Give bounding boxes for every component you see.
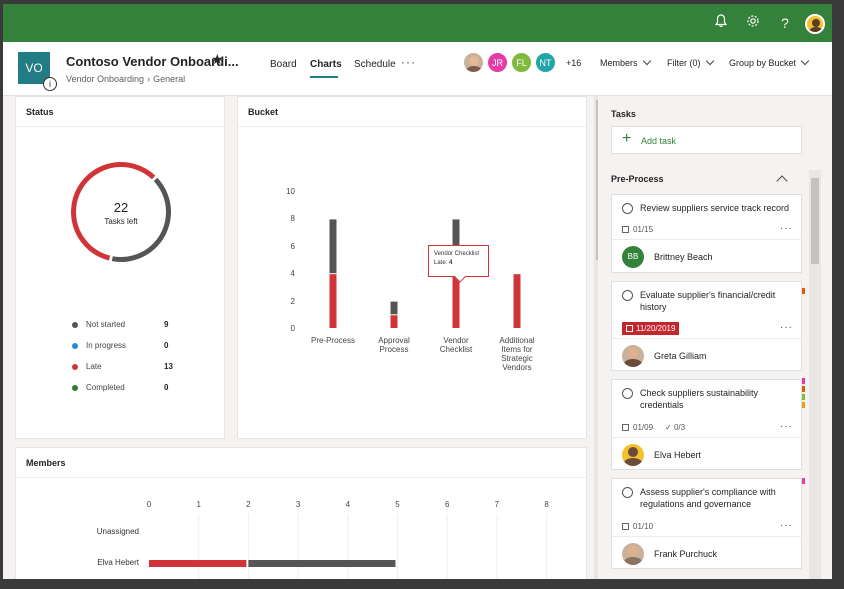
- assignee-name: Elva Hebert: [654, 450, 702, 460]
- due-date-text: 01/09: [633, 423, 654, 432]
- task-pane-title: Tasks: [611, 109, 636, 119]
- divider: [612, 536, 801, 537]
- divider: [612, 437, 801, 438]
- section-title: Pre-Process: [611, 174, 664, 184]
- checklist-progress: 0/3: [673, 423, 686, 432]
- add-task-button[interactable]: + Add task: [611, 126, 802, 154]
- assignee-avatar: [622, 345, 644, 367]
- label-color-chip: [802, 394, 805, 400]
- task-more-options-icon[interactable]: ···: [780, 421, 793, 432]
- label-color-chip: [802, 478, 805, 484]
- task-more-options-icon[interactable]: ···: [780, 322, 793, 333]
- due-date: 01/15: [622, 225, 653, 234]
- task-card[interactable]: Check suppliers sustainability credentia…: [611, 379, 802, 470]
- task-title: Review suppliers service track record: [640, 203, 790, 213]
- assignee-name: Brittney Beach: [654, 252, 713, 262]
- task-title: Assess supplier's compliance with regula…: [640, 487, 776, 509]
- task-title: Evaluate supplier's financial/credit his…: [640, 290, 776, 312]
- complete-task-checkbox[interactable]: [622, 203, 633, 214]
- bar-not-started[interactable]: [248, 560, 396, 567]
- due-date: 01/10: [622, 522, 653, 531]
- due-date-text: 11/20/2019: [636, 324, 676, 333]
- add-task-label: Add task: [641, 136, 677, 146]
- due-date-text: 01/10: [633, 522, 654, 531]
- task-card[interactable]: Review suppliers service track record 01…: [611, 194, 802, 273]
- task-pane-scrollbar[interactable]: [809, 170, 821, 579]
- complete-task-checkbox[interactable]: [622, 290, 633, 301]
- divider: [612, 338, 801, 339]
- task-card[interactable]: Evaluate supplier's financial/credit his…: [611, 281, 802, 371]
- label-color-chip: [802, 378, 805, 384]
- late-due-date-badge: 11/20/2019: [622, 322, 680, 335]
- label-color-chip: [802, 288, 805, 294]
- checklist-icon: ✓: [665, 423, 672, 432]
- task-more-options-icon[interactable]: ···: [780, 223, 793, 234]
- task-more-options-icon[interactable]: ···: [780, 520, 793, 531]
- calendar-icon: [622, 523, 629, 530]
- calendar-icon: [622, 226, 629, 233]
- assignee-avatar: [622, 444, 644, 466]
- task-title: Check suppliers sustainability credentia…: [640, 388, 759, 410]
- label-color-chip: [802, 402, 805, 408]
- label-color-chip: [802, 386, 805, 392]
- due-date-text: 01/15: [633, 225, 654, 234]
- due-date: 01/09 ✓ 0/3: [622, 423, 685, 432]
- divider: [612, 239, 801, 240]
- assignee-name: Frank Purchuck: [654, 549, 718, 559]
- assignee-avatar: [622, 543, 644, 565]
- task-card[interactable]: Assess supplier's compliance with regula…: [611, 478, 802, 569]
- complete-task-checkbox[interactable]: [622, 487, 633, 498]
- bar-late[interactable]: [149, 560, 247, 567]
- scrollbar-thumb[interactable]: [811, 178, 819, 264]
- plus-icon: +: [622, 130, 632, 147]
- assignee-name: Greta Gilliam: [654, 351, 707, 361]
- calendar-icon: [622, 424, 629, 431]
- assignee-avatar: BB: [622, 246, 644, 268]
- calendar-icon: [626, 325, 633, 332]
- planner-app: ? VO i Contoso Vendor Onboardi... ★ Vend…: [3, 4, 832, 579]
- complete-task-checkbox[interactable]: [622, 388, 633, 399]
